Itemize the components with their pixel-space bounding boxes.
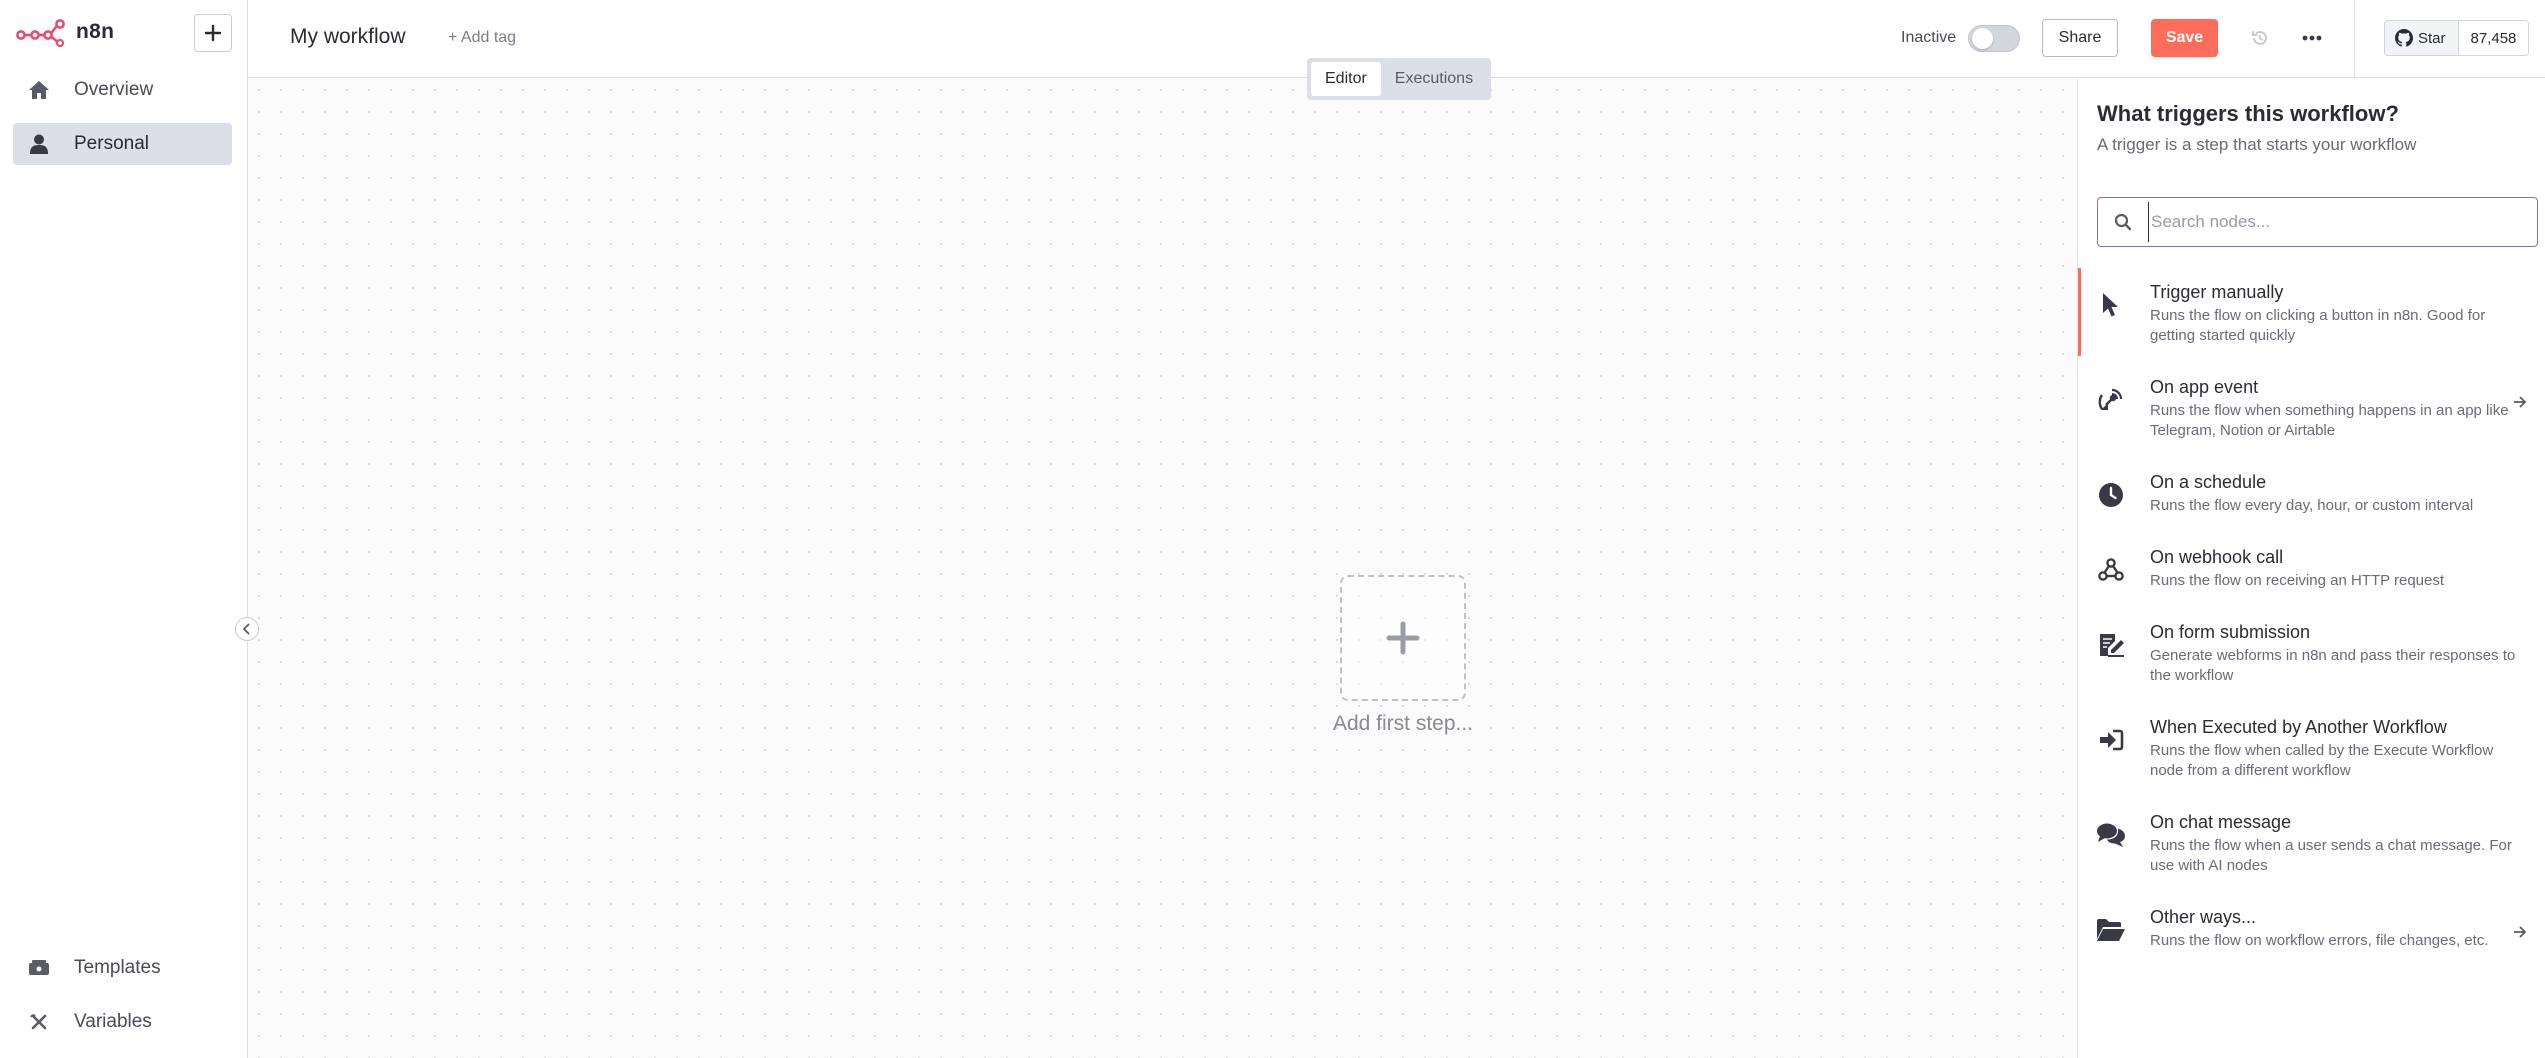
github-star-count[interactable]: 87,458	[2458, 21, 2529, 55]
webhook-icon	[2096, 555, 2126, 585]
trigger-item-webhook[interactable]: On webhook call Runs the flow on receivi…	[2078, 547, 2545, 589]
trigger-title: On chat message	[2150, 812, 2292, 832]
panel-subtitle: A trigger is a step that starts your wor…	[2097, 135, 2417, 154]
trigger-panel: What triggers this workflow? A trigger i…	[2077, 79, 2545, 1058]
trigger-title: When Executed by Another Workflow	[2150, 717, 2447, 737]
app-name: n8n	[76, 20, 115, 43]
active-toggle[interactable]	[1968, 25, 2020, 52]
search-box[interactable]	[2097, 197, 2538, 247]
editor-executions-tabs: Editor Executions	[1307, 58, 1492, 100]
search-icon	[2114, 213, 2134, 231]
workflow-history-button[interactable]	[2246, 24, 2274, 52]
trigger-title: Trigger manually	[2150, 282, 2284, 302]
more-options-button[interactable]	[2298, 24, 2326, 52]
toggle-knob	[1972, 28, 1993, 49]
trigger-item-chat-message[interactable]: On chat message Runs the flow when a use…	[2078, 812, 2545, 874]
folder-open-icon	[2096, 915, 2126, 945]
trigger-item-manual[interactable]: Trigger manually Runs the flow on clicki…	[2078, 268, 2545, 356]
sidebar-item-variables[interactable]: Variables	[13, 1001, 232, 1043]
trigger-title: On a schedule	[2150, 472, 2267, 492]
trigger-item-executed-by-workflow[interactable]: When Executed by Another Workflow Runs t…	[2078, 717, 2545, 779]
trigger-description: Runs the flow on receiving an HTTP reque…	[2150, 572, 2445, 589]
arrow-right-icon	[2511, 923, 2529, 941]
github-star-button[interactable]: Star 87,458	[2384, 20, 2530, 56]
add-first-step-label: Add first step...	[1332, 712, 1474, 735]
trigger-description: Runs the flow every day, hour, or custom…	[2150, 497, 2474, 514]
templates-icon	[27, 956, 51, 980]
plus-icon	[204, 24, 222, 42]
sidebar-item-label: Variables	[74, 1011, 152, 1032]
collapse-sidebar-button[interactable]	[235, 617, 259, 641]
ellipsis-icon	[2302, 35, 2322, 41]
plus-icon	[1386, 621, 1420, 655]
n8n-logo-icon	[16, 17, 66, 47]
share-button[interactable]: Share	[2042, 19, 2118, 57]
workflow-name[interactable]: My workflow	[290, 25, 406, 49]
tab-editor[interactable]: Editor	[1311, 62, 1381, 96]
trigger-title: On form submission	[2150, 622, 2311, 642]
trigger-item-other-ways[interactable]: Other ways... Runs the flow on workflow …	[2078, 907, 2545, 967]
trigger-title: On webhook call	[2150, 547, 2284, 567]
sign-in-icon	[2096, 725, 2126, 755]
trigger-description: Runs the flow on workflow errors, file c…	[2150, 932, 2489, 949]
add-new-button[interactable]	[194, 14, 232, 52]
trigger-item-schedule[interactable]: On a schedule Runs the flow every day, h…	[2078, 472, 2545, 514]
trigger-description: Generate webforms in n8n and pass their …	[2150, 647, 2516, 684]
search-nodes-input[interactable]	[2148, 202, 2537, 242]
satellite-icon	[2096, 385, 2126, 415]
sidebar-item-templates[interactable]: Templates	[13, 947, 232, 989]
github-icon	[2395, 29, 2413, 47]
trigger-description: Runs the flow when called by the Execute…	[2150, 742, 2494, 779]
trigger-item-form[interactable]: On form submission Generate webforms in …	[2078, 622, 2545, 684]
user-icon	[27, 132, 51, 156]
panel-title: What triggers this workflow?	[2097, 101, 2399, 126]
arrow-right-icon	[2511, 393, 2529, 411]
logo[interactable]: n8n	[16, 14, 114, 50]
github-star[interactable]: Star	[2385, 21, 2459, 55]
history-icon	[2252, 30, 2267, 45]
workflow-canvas[interactable]: Editor Executions Add first step...	[248, 58, 2077, 1058]
add-tag-link[interactable]: + Add tag	[448, 29, 516, 47]
sidebar-item-label: Overview	[74, 79, 154, 100]
trigger-item-app-event[interactable]: On app event Runs the flow when somethin…	[2078, 377, 2545, 439]
trigger-title: On app event	[2150, 377, 2259, 397]
clock-icon	[2096, 480, 2126, 510]
form-icon	[2096, 630, 2126, 660]
sidebar-item-overview[interactable]: Overview	[13, 69, 232, 111]
github-star-label: Star	[2418, 29, 2446, 47]
cursor-icon	[2096, 290, 2126, 320]
sidebar: n8n Overview Personal Templates Variable…	[0, 0, 248, 1058]
home-icon	[27, 78, 51, 102]
comments-icon	[2096, 820, 2126, 850]
trigger-title: Other ways...	[2150, 907, 2257, 927]
trigger-description: Runs the flow on clicking a button in n8…	[2150, 307, 2486, 344]
variables-icon	[27, 1010, 51, 1034]
chevron-left-icon	[242, 623, 250, 635]
sidebar-item-label: Personal	[74, 133, 149, 154]
sidebar-item-personal[interactable]: Personal	[13, 123, 232, 165]
tab-executions[interactable]: Executions	[1381, 62, 1487, 96]
save-button[interactable]: Save	[2151, 19, 2218, 57]
trigger-description: Runs the flow when a user sends a chat m…	[2150, 837, 2512, 874]
trigger-description: Runs the flow when something happens in …	[2150, 402, 2509, 439]
add-first-step-button[interactable]	[1340, 575, 1466, 701]
header-divider	[2354, 0, 2355, 78]
sidebar-item-label: Templates	[74, 957, 161, 978]
status-label: Inactive	[1901, 29, 1957, 46]
